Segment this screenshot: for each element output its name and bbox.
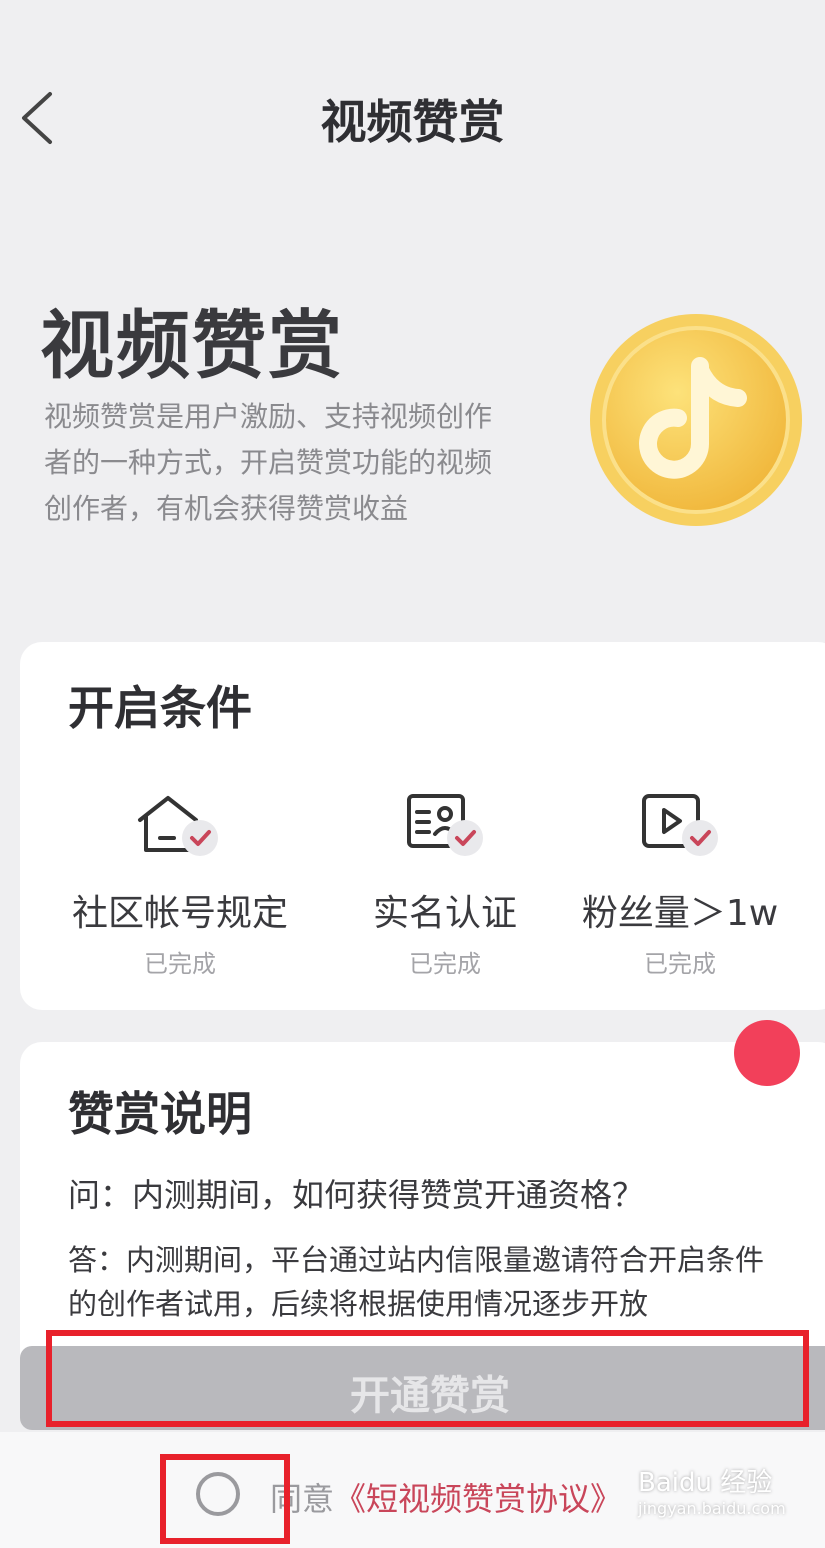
agreement-radio[interactable] [196, 1472, 240, 1516]
hero-description: 视频赞赏是用户激励、支持视频创作者的一种方式，开启赞赏功能的视频创作者，有机会获… [44, 400, 493, 525]
hero-title: 视频赞赏 [40, 303, 344, 389]
conditions-heading: 开启条件 [68, 681, 252, 735]
condition-item-account-rules: 社区帐号规定 已完成 [60, 792, 300, 979]
video-check-icon [642, 794, 718, 856]
condition-label: 社区帐号规定 [71, 893, 288, 934]
floating-red-dot[interactable] [734, 1020, 800, 1086]
home-check-icon [138, 796, 218, 856]
tiktok-coin-icon [590, 314, 802, 526]
agreement-prefix: 同意 [270, 1480, 335, 1518]
condition-label: 实名认证 [372, 893, 517, 934]
condition-label: 粉丝量＞1w [581, 893, 779, 934]
condition-item-realname: 实名认证 已完成 [350, 792, 540, 979]
agreement-link[interactable]: 《短视频赞赏协议》 [334, 1480, 622, 1518]
page-title: 视频赞赏 [320, 95, 505, 149]
faq-question: 问：内测期间，如何获得赞赏开通资格？ [68, 1176, 645, 1214]
open-reward-button[interactable]: 开通赞赏 [20, 1346, 825, 1430]
condition-status: 已完成 [409, 950, 481, 978]
conditions-card: 开启条件 社区帐号规定 已完成 实名认证 已完成 粉丝量＞1w 已完成 [20, 642, 825, 1010]
watermark-url: jingyan.baidu.com [638, 1499, 786, 1518]
faq-answer: 答：内测期间，平台通过站内信限量邀请符合开启条件的创作者试用，后续将根据使用情况… [68, 1243, 765, 1321]
id-card-check-icon [407, 794, 483, 856]
watermark-brand: Baidu 经验 [638, 1468, 773, 1498]
explain-heading: 赞赏说明 [68, 1087, 252, 1141]
agreement-text: 同意《短视频赞赏协议》 [270, 1474, 622, 1520]
baidu-watermark: Baidu 经验 jingyan.baidu.com [638, 1462, 786, 1518]
condition-item-followers: 粉丝量＞1w 已完成 [568, 792, 792, 979]
condition-status: 已完成 [144, 950, 216, 978]
condition-status: 已完成 [644, 950, 716, 978]
